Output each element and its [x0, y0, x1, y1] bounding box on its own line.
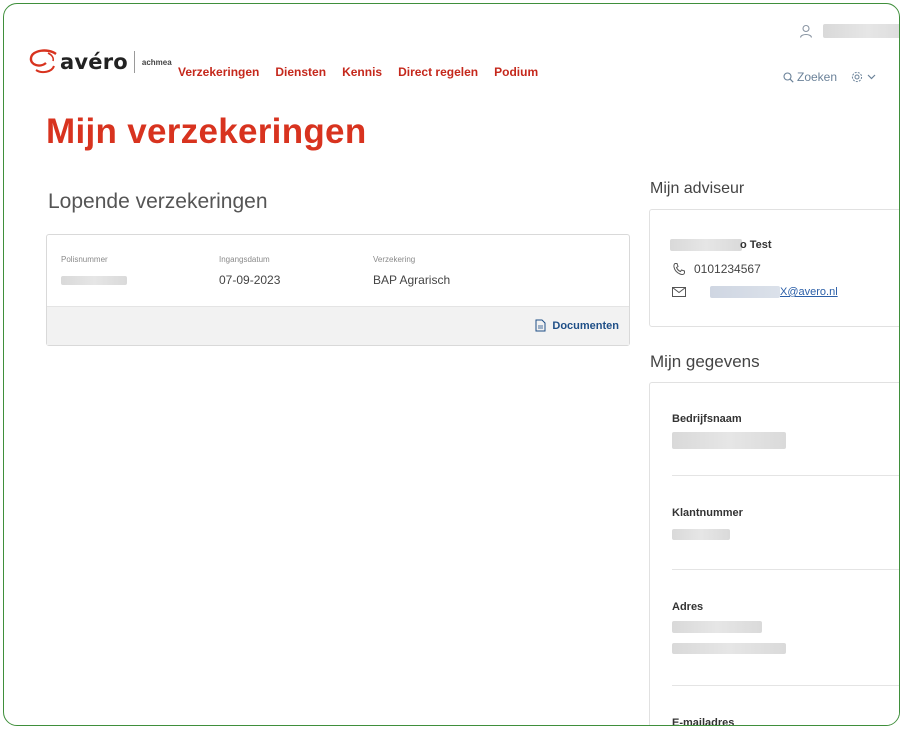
main-nav: Verzekeringen Diensten Kennis Direct reg… — [178, 65, 538, 79]
header-tools: Zoeken — [783, 70, 876, 84]
advisor-card: o Test 0101234567 X@avero.nl — [649, 209, 899, 327]
nav-podium[interactable]: Podium — [494, 65, 538, 79]
search-icon — [783, 71, 794, 83]
ingangsdatum-value: 07-09-2023 — [219, 273, 281, 287]
verzekering-label: Verzekering — [373, 255, 416, 264]
logo-divider — [133, 51, 135, 73]
settings-menu[interactable] — [851, 71, 876, 83]
field-label-emailadres: E-mailadres — [672, 717, 735, 726]
section-title: Lopende verzekeringen — [48, 190, 268, 213]
page-frame: avéro achmea Verzekeringen Diensten Kenn… — [3, 3, 900, 726]
nav-diensten[interactable]: Diensten — [275, 65, 326, 79]
logo-sub: achmea — [141, 57, 172, 67]
documents-link[interactable]: Documenten — [535, 319, 619, 332]
page-title: Mijn verzekeringen — [46, 112, 367, 151]
redacted-polisnummer — [61, 276, 127, 285]
redacted-adres-line-1 — [672, 621, 762, 633]
nav-verzekeringen[interactable]: Verzekeringen — [178, 65, 259, 79]
verzekering-column: Verzekering BAP Agrarisch — [373, 255, 450, 287]
field-label-klantnummer: Klantnummer — [672, 507, 743, 519]
mail-icon — [672, 287, 686, 297]
ingangsdatum-label: Ingangsdatum — [219, 255, 270, 264]
user-menu[interactable] — [799, 24, 899, 38]
redacted-bedrijfsnaam — [672, 432, 786, 449]
policy-card[interactable]: Polisnummer Ingangsdatum 07-09-2023 Verz… — [46, 234, 630, 346]
advisor-phone-number: 0101234567 — [694, 262, 761, 276]
document-icon — [535, 319, 546, 332]
polisnummer-column: Polisnummer — [61, 255, 127, 285]
ingangsdatum-column: Ingangsdatum 07-09-2023 — [219, 255, 280, 287]
advisor-name-text: o Test — [740, 239, 772, 251]
divider — [672, 475, 899, 476]
polisnummer-label: Polisnummer — [61, 255, 108, 264]
redacted-username — [823, 24, 899, 38]
nav-direct-regelen[interactable]: Direct regelen — [398, 65, 478, 79]
logo-brand: avéro — [60, 50, 128, 74]
details-title: Mijn gegevens — [650, 352, 760, 371]
details-card: Bedrijfsnaam Klantnummer Adres E-mailadr… — [649, 382, 899, 726]
verzekering-value: BAP Agrarisch — [373, 273, 451, 287]
field-label-adres: Adres — [672, 601, 704, 613]
search-label: Zoeken — [797, 70, 838, 84]
gear-icon — [851, 71, 863, 83]
advisor-name: o Test — [670, 239, 772, 251]
divider — [672, 569, 899, 570]
avero-logo[interactable]: avéro achmea — [26, 48, 172, 76]
redacted-advisor-name — [670, 239, 742, 251]
advisor-email-link[interactable]: X@avero.nl — [780, 286, 838, 298]
documents-label: Documenten — [552, 319, 619, 332]
policy-row: Polisnummer Ingangsdatum 07-09-2023 Verz… — [47, 235, 629, 303]
redacted-email-prefix — [710, 286, 780, 298]
search-button[interactable]: Zoeken — [783, 70, 837, 84]
user-icon — [799, 24, 813, 38]
field-label-bedrijfsnaam: Bedrijfsnaam — [672, 413, 742, 425]
phone-icon — [673, 263, 685, 276]
nav-kennis[interactable]: Kennis — [342, 65, 382, 79]
redacted-adres-line-2 — [672, 643, 786, 654]
advisor-phone[interactable]: 0101234567 — [672, 262, 761, 276]
redacted-klantnummer — [672, 529, 730, 540]
policy-card-footer: Documenten — [47, 306, 629, 345]
advisor-email[interactable]: X@avero.nl — [672, 286, 838, 298]
divider — [672, 685, 899, 686]
advisor-title: Mijn adviseur — [650, 180, 745, 197]
chevron-down-icon — [867, 74, 876, 80]
